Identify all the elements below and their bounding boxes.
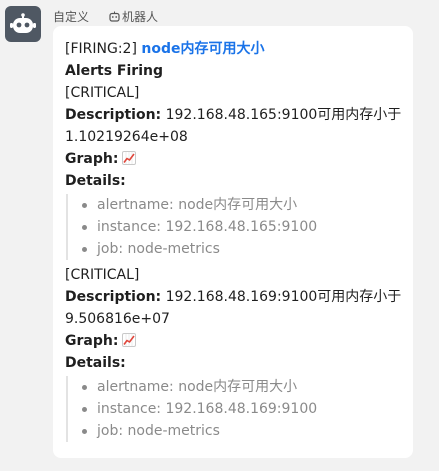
- alerts-heading: Alerts Firing: [65, 63, 163, 79]
- description-label: Description:: [65, 107, 162, 123]
- message-bubble[interactable]: [FIRING:2] node内存可用大小 Alerts Firing [CRI…: [53, 26, 413, 458]
- bot-tag-label: 机器人: [122, 9, 159, 24]
- graph-label: Graph:: [65, 333, 119, 349]
- graph-label: Graph:: [65, 151, 119, 167]
- chart-increasing-icon[interactable]: [122, 333, 137, 347]
- graph-line: Graph:: [65, 148, 403, 170]
- alert-block: [CRITICAL] Description: 192.168.48.169:9…: [65, 264, 403, 442]
- firing-prefix: [FIRING:2]: [65, 41, 137, 57]
- detail-job: job: node-metrics: [74, 420, 403, 442]
- alert-title-line: [FIRING:2] node内存可用大小: [65, 38, 403, 60]
- detail-alertname: alertname: node内存可用大小: [74, 376, 403, 398]
- alert-title-link[interactable]: node内存可用大小: [141, 41, 264, 57]
- description-line: Description: 192.168.48.165:9100可用内存小于1.…: [65, 104, 403, 148]
- severity-label: [CRITICAL]: [65, 85, 140, 101]
- alert-block: [CRITICAL] Description: 192.168.48.165:9…: [65, 82, 403, 260]
- description-label: Description:: [65, 289, 162, 305]
- details-list: alertname: node内存可用大小 instance: 192.168.…: [66, 376, 403, 442]
- detail-alertname: alertname: node内存可用大小: [74, 194, 403, 216]
- chart-increasing-icon[interactable]: [122, 151, 137, 165]
- graph-line: Graph:: [65, 330, 403, 352]
- detail-job: job: node-metrics: [74, 238, 403, 260]
- description-line: Description: 192.168.48.169:9100可用内存小于9.…: [65, 286, 403, 330]
- sender-info: 自定义 机器人: [53, 8, 158, 24]
- details-label: Details:: [65, 355, 126, 371]
- severity-label: [CRITICAL]: [65, 267, 140, 283]
- sender-name[interactable]: 自定义: [53, 8, 89, 25]
- details-list: alertname: node内存可用大小 instance: 192.168.…: [66, 194, 403, 260]
- robot-icon: [10, 13, 36, 33]
- details-label: Details:: [65, 173, 126, 189]
- detail-instance: instance: 192.168.48.165:9100: [74, 216, 403, 238]
- detail-instance: instance: 192.168.48.169:9100: [74, 398, 403, 420]
- robot-tag-icon: [109, 11, 120, 22]
- bot-avatar[interactable]: [5, 6, 41, 42]
- bot-tag: 机器人: [109, 8, 158, 25]
